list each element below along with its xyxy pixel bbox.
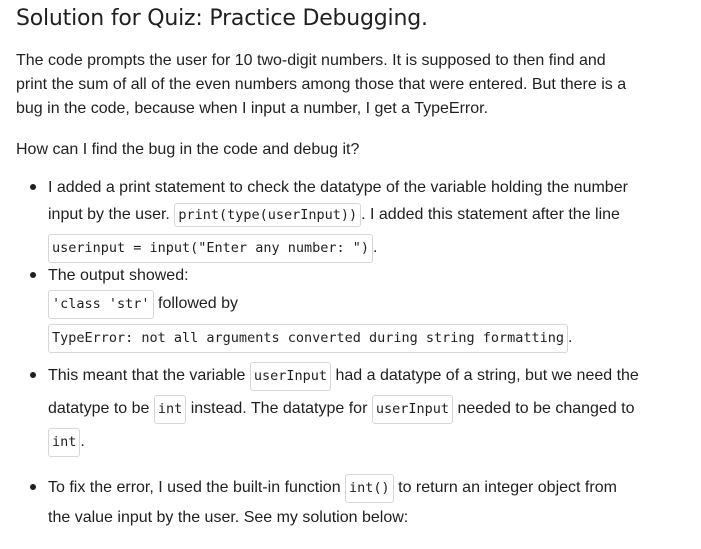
bullet-item-3: This meant that the variable userInput h…	[16, 362, 686, 470]
bullet3-line1: This meant that the variable userInput h…	[48, 362, 686, 391]
code-typeerror: TypeError: not all arguments converted d…	[48, 324, 569, 353]
bullet3-text-5: needed to be changed to	[453, 400, 635, 417]
bullet3-end: .	[80, 433, 85, 450]
code-print-type: print(type(userInput))	[174, 203, 362, 227]
bullet3-text: This meant that the variable	[48, 367, 250, 384]
page: Solution for Quiz: Practice Debugging. T…	[0, 0, 701, 549]
bullet-dot	[30, 272, 36, 278]
intro-line-3: bug in the code, because when I input a …	[16, 100, 489, 117]
bullet1-line2: input by the user. print(type(userInput)…	[48, 202, 686, 228]
bullet2-line1: The output showed:	[48, 267, 189, 284]
bullet3-text-2: had a datatype of a string, but we need …	[331, 367, 639, 384]
bullet-item-1: I added a print statement to check the d…	[16, 176, 686, 268]
intro-paragraph: The code prompts the user for 10 two-dig…	[16, 49, 686, 121]
question-text: How can I find the bug in the code and d…	[16, 141, 360, 158]
code-userinput: userInput	[371, 395, 454, 424]
page-title: Solution for Quiz: Practice Debugging.	[16, 6, 428, 31]
bullet1-line3: userinput = input("Enter any number: ").	[48, 234, 686, 263]
bullet3-text-4: instead. The datatype for	[186, 400, 372, 417]
bullet-dot	[30, 484, 36, 490]
bullet2-text: followed by	[153, 295, 239, 312]
code-int: int	[153, 395, 187, 424]
bullet4-text: To fix the error, I used the built-in fu…	[48, 479, 346, 496]
bullet-dot	[30, 372, 36, 378]
bullet1-text-2: . I added this statement after the line	[361, 206, 620, 223]
code-userinput-line: userinput = input("Enter any number: ")	[48, 234, 373, 263]
bullet-dot	[30, 184, 36, 190]
code-int: int	[48, 428, 81, 457]
bullet1-text: input by the user.	[48, 206, 175, 223]
intro-line-1: The code prompts the user for 10 two-dig…	[16, 52, 606, 69]
bullet-item-4: To fix the error, I used the built-in fu…	[16, 474, 686, 534]
code-class-str: 'class 'str'	[48, 290, 154, 319]
bullet2-line2: 'class 'str' followed by	[48, 290, 686, 319]
intro-line-2: print the sum of all of the even numbers…	[16, 76, 627, 93]
bullet2-line3: TypeError: not all arguments converted d…	[48, 324, 686, 353]
code-userinput: userInput	[249, 362, 332, 391]
bullet-item-2: The output showed: 'class 'str' followed…	[16, 264, 686, 362]
bullet4-line1: To fix the error, I used the built-in fu…	[48, 474, 686, 503]
bullet2-end: .	[568, 329, 573, 346]
bullet4-line2: the value input by the user. See my solu…	[48, 509, 409, 526]
bullet3-line3: int.	[48, 428, 686, 457]
bullet1-line1: I added a print statement to check the d…	[48, 179, 628, 196]
bullet4-text-2: to return an integer object from	[393, 479, 617, 496]
bullet1-end: .	[372, 239, 378, 256]
bullet3-text-3: datatype to be	[48, 400, 154, 417]
bullet-list: I added a print statement to check the d…	[16, 176, 686, 534]
code-int-func: int()	[345, 474, 394, 503]
bullet3-line2: datatype to be int instead. The datatype…	[48, 395, 686, 424]
